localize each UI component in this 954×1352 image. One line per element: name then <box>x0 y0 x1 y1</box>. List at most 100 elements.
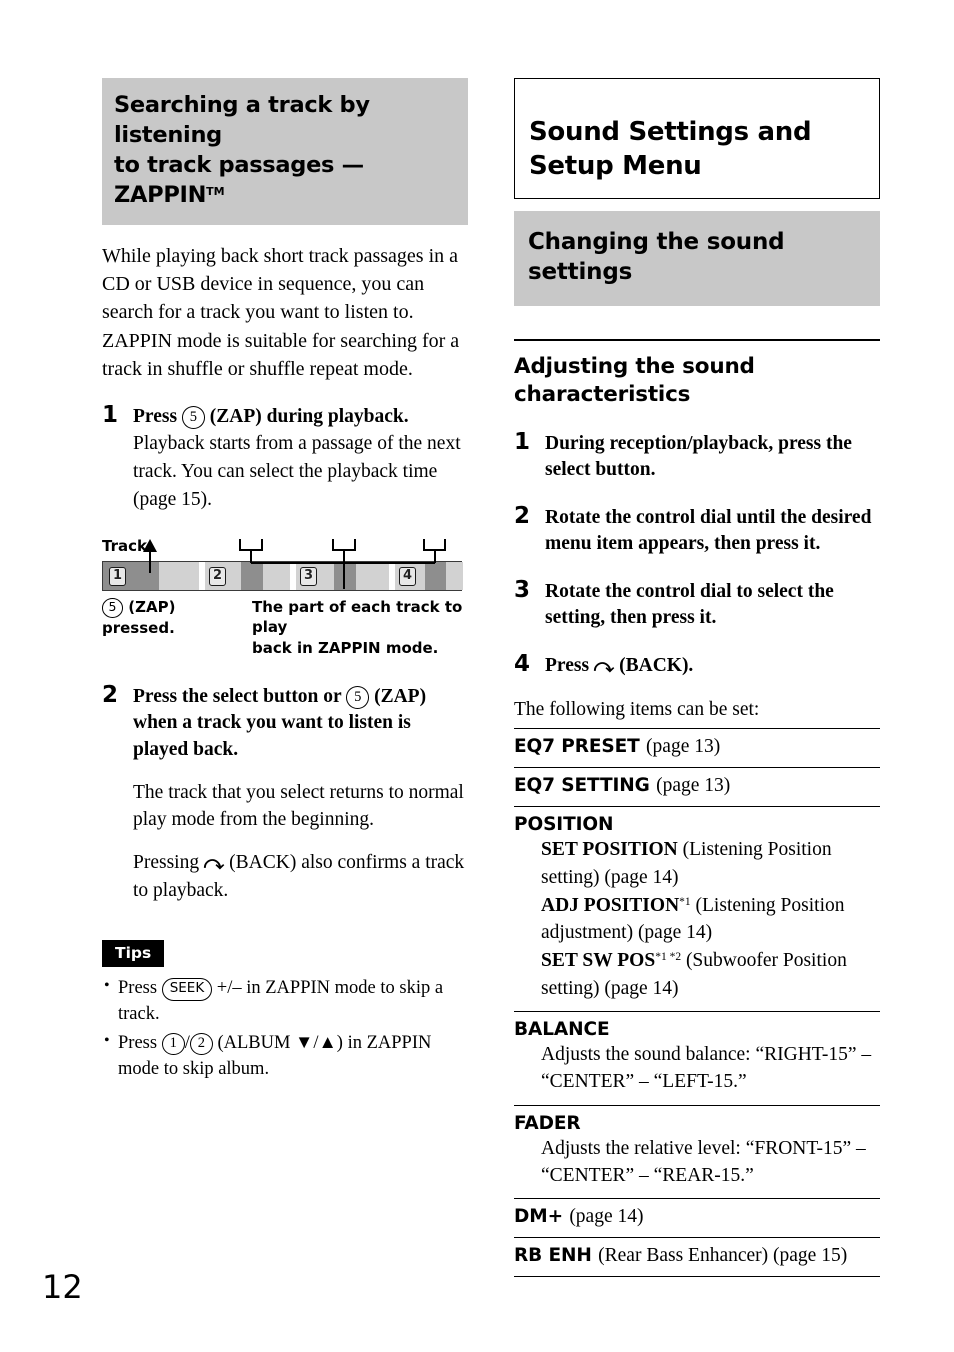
setting-row-position: POSITION SET POSITION (Listening Positio… <box>514 807 880 1013</box>
right-step-3-number: 3 <box>514 576 531 603</box>
setting-name: BALANCE <box>514 1019 610 1041</box>
sub-footnote-mark: *1 *2 <box>655 951 682 964</box>
right-step-3: 3 Rotate the control dial to select the … <box>514 576 880 632</box>
tips-list: Press SEEK +/– in ZAPPIN mode to skip a … <box>102 975 468 1083</box>
step-1-lead-post: (ZAP) during playback. <box>209 405 409 427</box>
tip-2-pre: Press <box>118 1033 158 1054</box>
setting-page-ref: (page 13) <box>656 775 731 797</box>
setting-name: RB ENH <box>514 1245 592 1267</box>
button-seek-icon: SEEK <box>161 978 213 1001</box>
setting-row-rb-enh: RB ENH (Rear Bass Enhancer) (page 15) <box>514 1238 880 1278</box>
button-5-icon: 5 <box>181 406 205 429</box>
right-step-4-number: 4 <box>514 650 531 677</box>
tips-label: Tips <box>102 940 165 968</box>
section-divider: Adjusting the sound characteristics <box>514 338 880 409</box>
setting-title: BALANCE <box>514 1019 880 1040</box>
settings-intro: The following items can be set: <box>514 699 760 721</box>
step-2-lead: Press the select button or 5 (ZAP) when … <box>133 684 468 764</box>
step-1-lead: Press 5 (ZAP) during playback. <box>133 404 468 431</box>
chapter-title-line-2: Setup Menu <box>529 150 702 181</box>
section-heading-zappin: Searching a track by listening to track … <box>102 78 468 225</box>
sub-name: ADJ POSITION <box>541 894 680 916</box>
page-number: 12 <box>42 1268 83 1306</box>
step-1-number: 1 <box>102 401 119 428</box>
right-step-2: 2 Rotate the control dial until the desi… <box>514 502 880 558</box>
setting-row-balance: BALANCE Adjusts the sound balance: “RIGH… <box>514 1012 880 1106</box>
setting-sub-balance-desc: Adjusts the sound balance: “RIGHT-15” – … <box>541 1044 872 1093</box>
button-5-icon: 5 <box>102 598 123 618</box>
track-diagram: Track 1 2 3 4 5 (ZAP) pressed. The part … <box>102 537 468 658</box>
section-heading-adjusting: Adjusting the sound characteristics <box>514 353 880 409</box>
right-step-4-pre: Press <box>545 654 590 676</box>
setting-row-eq7-preset: EQ7 PRESET (page 13) <box>514 729 880 769</box>
right-step-1-text: During reception/playback, press the sel… <box>545 432 852 481</box>
step-1-body: Playback starts from a passage of the ne… <box>133 433 461 510</box>
setting-name: EQ7 SETTING <box>514 775 650 797</box>
right-step-1-number: 1 <box>514 428 531 455</box>
section-heading-line-2: characteristics <box>514 381 691 407</box>
heading-line-1: Searching a track by listening <box>114 92 370 148</box>
sub-footnote-mark: *1 <box>679 895 691 908</box>
step-2-body-2: Pressing ⤺ (BACK) also confirms a track … <box>133 849 468 904</box>
step-2: 2 Press the select button or 5 (ZAP) whe… <box>102 681 468 904</box>
subsection-banner: Changing the sound settings <box>514 210 880 306</box>
trademark-mark: TM <box>206 184 225 198</box>
diagram-caption-right-line-2: back in ZAPPIN mode. <box>252 638 439 657</box>
step-2-lead-pre: Press the select button or <box>133 685 342 707</box>
setting-row-eq7-setting: EQ7 SETTING (page 13) <box>514 768 880 808</box>
button-1-icon: 1 <box>161 1032 185 1056</box>
chapter-title-box: Sound Settings and Setup Menu <box>514 78 880 199</box>
right-step-2-number: 2 <box>514 502 531 529</box>
diagram-caption-right: The part of each track to play back in Z… <box>252 597 468 658</box>
step-1: 1 Press 5 (ZAP) during playback. Playbac… <box>102 401 468 514</box>
heading-line-2: to track passages — ZAPPIN <box>114 151 364 208</box>
setting-title: DM+ (page 14) <box>514 1206 880 1228</box>
sub-name: SET SW POS <box>541 950 656 972</box>
step-2-body-1: The track that you select returns to nor… <box>133 781 464 831</box>
setting-title: RB ENH (Rear Bass Enhancer) (page 15) <box>514 1245 880 1267</box>
right-step-4-post: (BACK). <box>619 654 694 676</box>
banner-line-1: Changing the sound <box>528 228 785 255</box>
setting-row-fader: FADER Adjusts the relative level: “FRONT… <box>514 1106 880 1200</box>
right-step-2-text: Rotate the control dial until the desire… <box>545 506 872 555</box>
setting-sub-set-position: SET POSITION (Listening Position setting… <box>541 836 880 891</box>
right-step-3-text: Rotate the control dial to select the se… <box>545 580 834 629</box>
step-1-lead-pre: Press <box>133 405 178 427</box>
diagram-caption-left: 5 (ZAP) pressed. <box>102 597 252 638</box>
button-5-icon: 5 <box>346 686 370 709</box>
manual-page: Searching a track by listening to track … <box>0 0 954 1352</box>
settings-list: EQ7 PRESET (page 13) EQ7 SETTING (page 1… <box>514 728 880 1278</box>
sub-name: SET POSITION <box>541 839 678 861</box>
setting-sub-set-sw-pos: SET SW POS*1 *2 (Subwoofer Position sett… <box>541 947 880 1002</box>
setting-sub-adj-position: ADJ POSITION*1 (Listening Position adjus… <box>541 892 880 947</box>
setting-sub-fader-desc: Adjusts the relative level: “FRONT-15” –… <box>541 1137 866 1186</box>
tip-item-1: Press SEEK +/– in ZAPPIN mode to skip a … <box>102 975 468 1028</box>
back-icon: ⤺ <box>593 655 615 677</box>
banner-line-2: settings <box>528 259 633 286</box>
setting-title: EQ7 PRESET (page 13) <box>514 736 880 758</box>
setting-name: DM+ <box>514 1206 563 1228</box>
right-step-1: 1 During reception/playback, press the s… <box>514 428 880 484</box>
diagram-caption-right-line-1: The part of each track to play <box>252 598 463 637</box>
right-step-4-text: Press ⤺ (BACK). <box>545 653 880 680</box>
step-2-number: 2 <box>102 681 119 708</box>
back-icon: ⤺ <box>203 852 225 874</box>
right-column: Sound Settings and Setup Menu Changing t… <box>514 78 880 1278</box>
button-2-icon: 2 <box>189 1032 213 1056</box>
diagram-leader-lines <box>143 539 446 590</box>
setting-name: POSITION <box>514 814 614 836</box>
setting-title: EQ7 SETTING (page 13) <box>514 775 880 797</box>
section-heading-line-1: Adjusting the sound <box>514 353 755 379</box>
setting-page-ref: (Rear Bass Enhancer) (page 15) <box>598 1245 848 1267</box>
left-column: Searching a track by listening to track … <box>102 78 468 1083</box>
setting-name: FADER <box>514 1112 581 1134</box>
setting-name: EQ7 PRESET <box>514 736 640 758</box>
setting-title: FADER <box>514 1113 880 1134</box>
right-step-4: 4 Press ⤺ (BACK). <box>514 650 880 680</box>
chapter-title-line-1: Sound Settings and <box>529 117 812 147</box>
setting-title: POSITION <box>514 814 880 835</box>
intro-paragraph: While playing back short track passages … <box>102 244 460 381</box>
setting-page-ref: (page 14) <box>569 1206 644 1228</box>
diagram-caption: 5 (ZAP) pressed. The part of each track … <box>102 597 468 658</box>
tip-1-pre: Press <box>118 978 158 999</box>
